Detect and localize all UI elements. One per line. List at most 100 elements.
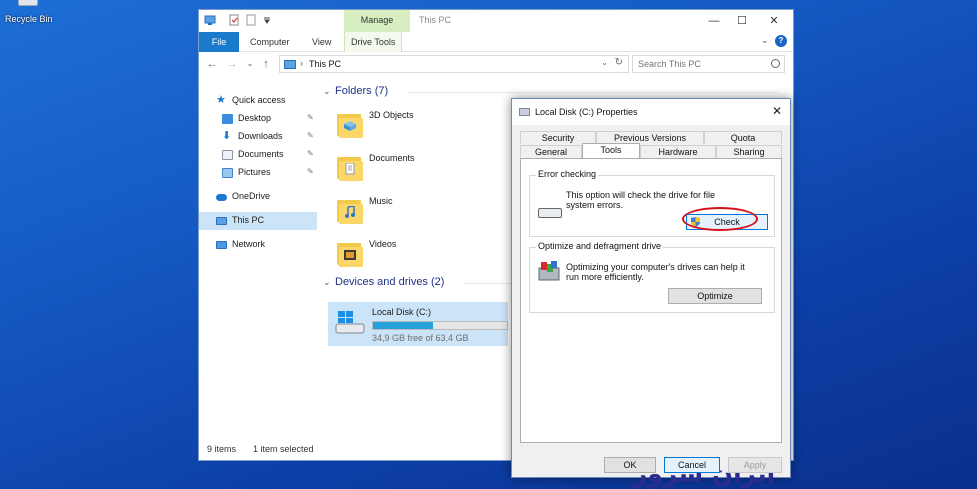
item-count: 9 items — [207, 444, 237, 454]
nav-documents[interactable]: Documents ✎ — [199, 146, 317, 164]
this-pc-icon — [284, 60, 296, 69]
up-arrow-icon[interactable]: ↑ — [259, 57, 273, 71]
network-icon — [216, 241, 227, 249]
nav-label-network: Network — [232, 239, 266, 249]
breadcrumb-separator: › — [300, 58, 303, 68]
folder-documents[interactable]: Documents — [335, 149, 495, 189]
recycle-bin-desktop-icon[interactable]: Recycle Bin — [0, 0, 56, 30]
error-checking-label: Error checking — [536, 169, 599, 179]
collapse-chevron-icon[interactable]: ⌄ — [323, 86, 331, 97]
videos-folder-icon — [335, 237, 363, 267]
tab-computer[interactable]: Computer — [250, 32, 290, 52]
3d-objects-folder-icon — [335, 108, 363, 138]
tab-sharing[interactable]: Sharing — [716, 145, 782, 158]
properties-dialog: Local Disk (C:) Properties ✕ Security Pr… — [511, 98, 791, 488]
nav-label-quick-access: Quick access — [232, 95, 286, 105]
address-dropdown-icon[interactable]: ⌄ — [601, 58, 608, 67]
tab-view[interactable]: View — [312, 32, 331, 52]
minimize-button[interactable]: — — [699, 12, 729, 30]
this-pc-icon — [204, 15, 216, 25]
folder-3d-objects[interactable]: 3D Objects — [335, 106, 495, 146]
forward-arrow-icon[interactable]: → — [225, 57, 239, 71]
pin-icon[interactable]: ✎ — [307, 149, 314, 158]
collapse-chevron-icon[interactable]: ⌄ — [323, 277, 331, 288]
nav-label-downloads: Downloads — [238, 131, 283, 141]
selected-count: 1 item selected — [253, 444, 314, 454]
pin-icon[interactable]: ✎ — [307, 131, 314, 140]
optimize-group: Optimize and defragment drive Optimizing… — [529, 241, 775, 313]
nav-network[interactable]: Network — [199, 236, 317, 254]
ribbon-tabs: File Computer View Drive Tools ⌄ ? — [199, 32, 793, 52]
pin-icon[interactable]: ✎ — [307, 167, 314, 176]
nav-label-this-pc: This PC — [232, 215, 265, 225]
cancel-button[interactable]: Cancel — [664, 457, 720, 473]
address-row: ← → ⌄ ↑ › This PC ⌄ ↻ — [199, 53, 793, 77]
nav-this-pc[interactable]: This PC — [199, 212, 317, 230]
maximize-button[interactable]: ☐ — [727, 12, 757, 30]
drive-icon — [519, 108, 530, 116]
folder-videos[interactable]: Videos — [335, 235, 495, 275]
recent-locations-chevron-icon[interactable]: ⌄ — [243, 57, 257, 71]
nav-label-onedrive: OneDrive — [232, 191, 271, 201]
search-icon — [771, 59, 780, 68]
address-bar[interactable]: › This PC ⌄ ↻ — [279, 55, 629, 73]
pin-icon[interactable]: ✎ — [307, 113, 314, 122]
new-folder-icon[interactable] — [245, 14, 257, 26]
apply-button[interactable]: Apply — [728, 457, 782, 473]
nav-onedrive[interactable]: OneDrive — [199, 188, 317, 206]
nav-downloads[interactable]: ⬇ Downloads ✎ — [199, 128, 317, 146]
tab-drive-tools[interactable]: Drive Tools — [344, 32, 403, 52]
windows-drive-icon — [335, 311, 365, 334]
window-title: This PC — [419, 15, 452, 25]
group-divider — [408, 92, 778, 93]
nav-quick-access[interactable]: ★ Quick access — [199, 92, 317, 110]
dialog-title: Local Disk (C:) Properties — [535, 107, 638, 117]
optimize-label: Optimize and defragment drive — [536, 241, 664, 251]
nav-label-documents: Documents — [238, 149, 284, 159]
search-box[interactable] — [632, 55, 785, 73]
tools-panel: Error checking This option will check th… — [520, 158, 782, 488]
customize-quick-access-icon[interactable] — [261, 14, 273, 26]
cloud-icon — [216, 194, 227, 201]
folders-group-header[interactable]: Folders (7) — [335, 85, 388, 97]
devices-group-header[interactable]: Devices and drives (2) — [335, 276, 444, 288]
desktop-folder-icon — [222, 114, 233, 124]
check-highlight-ellipse — [682, 207, 758, 231]
tab-quota[interactable]: Quota — [704, 131, 782, 144]
folder-label: Documents — [369, 153, 415, 163]
hard-drive-icon — [538, 208, 562, 218]
nav-label-pictures: Pictures — [238, 167, 271, 177]
close-icon[interactable]: ✕ — [772, 104, 782, 118]
tab-hardware[interactable]: Hardware — [640, 145, 716, 158]
back-arrow-icon[interactable]: ← — [205, 57, 219, 71]
documents-folder-icon — [335, 151, 363, 181]
folder-label: Music — [369, 196, 393, 206]
this-pc-icon — [216, 217, 227, 225]
optimize-button[interactable]: Optimize — [668, 288, 762, 304]
optimize-description: Optimizing your computer's drives can he… — [566, 262, 745, 282]
recycle-bin-label: Recycle Bin — [5, 14, 53, 24]
tab-tools[interactable]: Tools — [582, 143, 640, 158]
music-folder-icon — [335, 194, 363, 224]
tab-file[interactable]: File — [199, 32, 239, 52]
tab-general[interactable]: General — [520, 145, 582, 158]
nav-label-desktop: Desktop — [238, 113, 272, 123]
dialog-titlebar: Local Disk (C:) Properties ✕ — [512, 99, 790, 125]
nav-desktop[interactable]: Desktop ✎ — [199, 110, 317, 128]
drive-local-disk-c[interactable]: Local Disk (C:) 34,9 GB free of 63,4 GB — [328, 302, 508, 346]
help-icon[interactable]: ? — [775, 35, 787, 47]
nav-pictures[interactable]: Pictures ✎ — [199, 164, 317, 182]
folder-label: Videos — [369, 239, 397, 249]
ok-button[interactable]: OK — [604, 457, 656, 473]
refresh-icon[interactable]: ↻ — [615, 57, 623, 68]
search-input[interactable] — [633, 56, 763, 72]
tab-manage[interactable]: Manage — [344, 10, 410, 32]
breadcrumb-this-pc[interactable]: This PC — [309, 59, 341, 69]
close-window-button[interactable]: ✕ — [759, 12, 789, 30]
drive-usage-fill — [373, 322, 434, 329]
properties-icon[interactable] — [228, 14, 240, 26]
folder-music[interactable]: Music — [335, 192, 495, 232]
expand-ribbon-icon[interactable]: ⌄ — [761, 36, 769, 45]
defragment-icon — [538, 261, 560, 281]
recycle-bin-icon — [18, 0, 38, 6]
